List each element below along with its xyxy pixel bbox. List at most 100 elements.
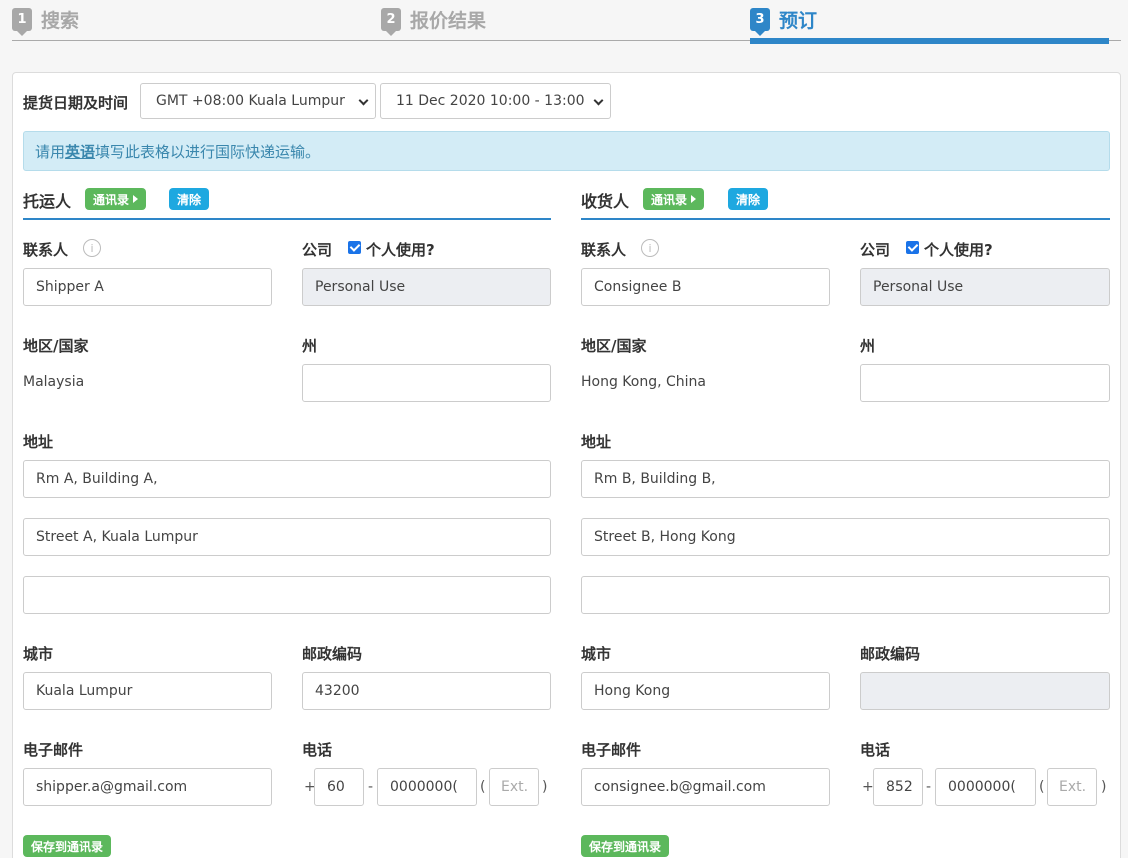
step-label: 报价结果 bbox=[410, 10, 487, 32]
booking-form-panel: 提货日期及时间 GMT +08:00 Kuala Lumpur 11 Dec 2… bbox=[12, 72, 1121, 858]
consignee-state-label: 州 bbox=[860, 337, 876, 355]
dash-sign: - bbox=[926, 779, 932, 795]
chevron-down-icon bbox=[593, 95, 604, 106]
caret-right-icon bbox=[133, 195, 139, 203]
consignee-email-input[interactable]: consignee.b@gmail.com bbox=[581, 768, 830, 806]
notice-text-post: 填写此表格以进行国际快递运输。 bbox=[95, 142, 321, 161]
step-booking[interactable]: 3 预订 bbox=[750, 6, 818, 36]
left-paren: ( bbox=[480, 779, 486, 795]
english-notice: 请用 英语 填写此表格以进行国际快递运输。 bbox=[23, 131, 1110, 171]
input-value: 0000000( bbox=[948, 779, 1016, 795]
shipper-clear-button[interactable]: 清除 bbox=[169, 188, 210, 210]
shipper-phone-number-input[interactable]: 0000000( bbox=[377, 768, 477, 806]
consignee-clear-button[interactable]: 清除 bbox=[728, 188, 769, 210]
shipper-phone-code-input[interactable]: 60 bbox=[314, 768, 364, 806]
input-value: Hong Kong bbox=[594, 683, 671, 699]
consignee-contact-label: 联系人 bbox=[581, 241, 627, 259]
consignee-phone-label: 电话 bbox=[860, 741, 891, 759]
step-number: 3 bbox=[750, 8, 770, 36]
input-value: Rm B, Building B, bbox=[594, 471, 716, 487]
consignee-state-input[interactable] bbox=[860, 364, 1110, 402]
clear-label: 清除 bbox=[177, 192, 202, 207]
shipper-contact-input[interactable]: Shipper A bbox=[23, 268, 272, 306]
input-value: Consignee B bbox=[594, 279, 682, 295]
timezone-select[interactable]: GMT +08:00 Kuala Lumpur bbox=[140, 83, 376, 119]
shipper-country-value: Malaysia bbox=[23, 374, 85, 390]
step-label: 预订 bbox=[779, 10, 818, 32]
shipper-postcode-input[interactable]: 43200 bbox=[302, 672, 551, 710]
input-placeholder: Ext. bbox=[1059, 779, 1087, 795]
input-value: Street A, Kuala Lumpur bbox=[36, 529, 198, 545]
plus-sign: + bbox=[862, 779, 874, 795]
shipper-state-label: 州 bbox=[302, 337, 318, 355]
input-value: consignee.b@gmail.com bbox=[594, 779, 766, 795]
shipper-address-book-button[interactable]: 通讯录 bbox=[85, 188, 147, 210]
step-search[interactable]: 1 搜索 bbox=[12, 6, 80, 36]
input-value: 0000000( bbox=[390, 779, 458, 795]
step-quote-results[interactable]: 2 报价结果 bbox=[381, 6, 487, 36]
input-value: 60 bbox=[327, 779, 345, 795]
consignee-address-book-button[interactable]: 通讯录 bbox=[643, 188, 705, 210]
shipper-city-label: 城市 bbox=[23, 645, 54, 663]
address-book-label: 通讯录 bbox=[651, 192, 688, 207]
consignee-company-label: 公司 bbox=[860, 241, 891, 259]
shipper-email-input[interactable]: shipper.a@gmail.com bbox=[23, 768, 272, 806]
step-number: 2 bbox=[381, 8, 401, 36]
info-icon[interactable]: i bbox=[641, 239, 659, 257]
timezone-value: GMT +08:00 Kuala Lumpur bbox=[156, 93, 345, 109]
clear-label: 清除 bbox=[736, 192, 761, 207]
consignee-ext-input[interactable]: Ext. bbox=[1047, 768, 1097, 806]
save-to-book-label: 保存到通讯录 bbox=[31, 839, 104, 854]
consignee-address-line2[interactable]: Street B, Hong Kong bbox=[581, 518, 1110, 556]
consignee-country-value: Hong Kong, China bbox=[581, 374, 707, 390]
shipper-title: 托运人 bbox=[23, 192, 72, 211]
shipper-postcode-label: 邮政编码 bbox=[302, 645, 363, 663]
consignee-contact-input[interactable]: Consignee B bbox=[581, 268, 830, 306]
pickup-datetime-label: 提货日期及时间 bbox=[23, 94, 129, 112]
shipper-address-line2[interactable]: Street A, Kuala Lumpur bbox=[23, 518, 551, 556]
consignee-phone-number-input[interactable]: 0000000( bbox=[935, 768, 1036, 806]
active-step-indicator bbox=[750, 38, 1109, 44]
step-number: 1 bbox=[12, 8, 32, 36]
notice-text-bold: 英语 bbox=[65, 142, 96, 161]
consignee-title: 收货人 bbox=[581, 192, 630, 211]
consignee-address-line3[interactable] bbox=[581, 576, 1110, 614]
progress-steps: 1 搜索 2 报价结果 3 预订 bbox=[12, 0, 1121, 44]
shipper-state-input[interactable] bbox=[302, 364, 551, 402]
input-value: shipper.a@gmail.com bbox=[36, 779, 188, 795]
consignee-postcode-input[interactable] bbox=[860, 672, 1110, 710]
shipper-address-label: 地址 bbox=[23, 433, 54, 451]
consignee-address-line1[interactable]: Rm B, Building B, bbox=[581, 460, 1110, 498]
left-paren: ( bbox=[1039, 779, 1045, 795]
consignee-save-to-book-button[interactable]: 保存到通讯录 bbox=[581, 835, 670, 857]
pickup-time-select[interactable]: 11 Dec 2020 10:00 - 13:00 bbox=[380, 83, 611, 119]
consignee-personal-checkbox[interactable] bbox=[906, 241, 919, 254]
shipper-company-input[interactable]: Personal Use bbox=[302, 268, 551, 306]
consignee-personal-label: 个人使用? bbox=[924, 241, 993, 259]
shipper-address-line1[interactable]: Rm A, Building A, bbox=[23, 460, 551, 498]
shipper-ext-input[interactable]: Ext. bbox=[489, 768, 539, 806]
shipper-personal-checkbox[interactable] bbox=[348, 241, 361, 254]
shipper-divider bbox=[23, 218, 551, 220]
consignee-city-input[interactable]: Hong Kong bbox=[581, 672, 830, 710]
shipper-address-line3[interactable] bbox=[23, 576, 551, 614]
consignee-phone-code-input[interactable]: 852 bbox=[873, 768, 923, 806]
shipper-company-label: 公司 bbox=[302, 241, 333, 259]
consignee-postcode-label: 邮政编码 bbox=[860, 645, 921, 663]
shipper-city-input[interactable]: Kuala Lumpur bbox=[23, 672, 272, 710]
consignee-company-input[interactable]: Personal Use bbox=[860, 268, 1110, 306]
notice-text-pre: 请用 bbox=[35, 142, 66, 161]
info-icon[interactable]: i bbox=[83, 239, 101, 257]
step-label: 搜索 bbox=[41, 10, 80, 32]
shipper-save-to-book-button[interactable]: 保存到通讯录 bbox=[23, 835, 112, 857]
save-to-book-label: 保存到通讯录 bbox=[589, 839, 662, 854]
input-value: Rm A, Building A, bbox=[36, 471, 158, 487]
address-book-label: 通讯录 bbox=[93, 192, 130, 207]
chevron-down-icon bbox=[358, 95, 369, 106]
shipper-email-label: 电子邮件 bbox=[23, 741, 84, 759]
input-value: Shipper A bbox=[36, 279, 104, 295]
consignee-city-label: 城市 bbox=[581, 645, 612, 663]
shipper-contact-label: 联系人 bbox=[23, 241, 69, 259]
input-value: Street B, Hong Kong bbox=[594, 529, 736, 545]
input-value: Kuala Lumpur bbox=[36, 683, 133, 699]
